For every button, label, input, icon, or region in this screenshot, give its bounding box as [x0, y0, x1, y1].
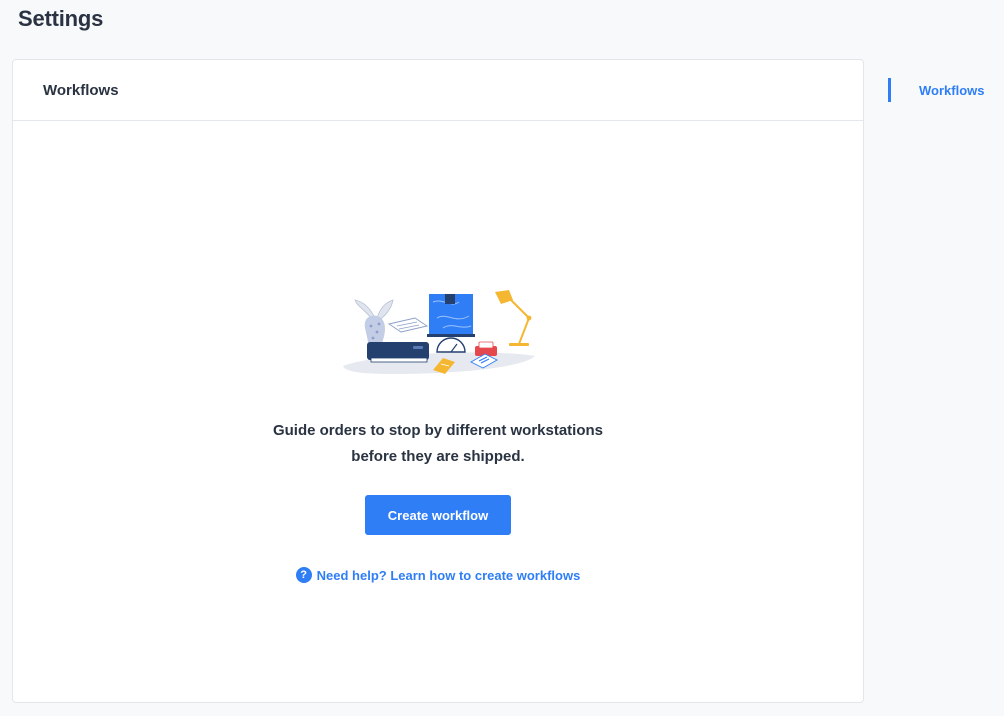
- empty-state-line-2: before they are shipped.: [351, 448, 525, 465]
- page-title: Settings: [18, 6, 104, 31]
- question-circle-icon: ?: [295, 567, 312, 583]
- create-workflow-button[interactable]: Create workflow: [365, 495, 511, 535]
- card-title: Workflows: [43, 81, 119, 99]
- help-link[interactable]: ? Need help? Learn how to create workflo…: [295, 567, 581, 583]
- empty-state-line-1: Guide orders to stop by different workst…: [272, 422, 604, 439]
- empty-state-description: Guide orders to stop by different workst…: [273, 418, 603, 470]
- workstation-illustration: [343, 290, 535, 374]
- settings-side-nav: Workflows: [888, 78, 998, 102]
- side-nav-item-workflows[interactable]: Workflows: [888, 78, 998, 102]
- empty-state: Guide orders to stop by different workst…: [13, 122, 863, 583]
- card-header: Workflows: [13, 60, 863, 121]
- side-nav-item-label: Workflows: [919, 82, 985, 98]
- help-link-label: Need help? Learn how to create workflows: [316, 567, 581, 583]
- workflows-card: Workflows Guide orders to stop by differ…: [12, 59, 864, 703]
